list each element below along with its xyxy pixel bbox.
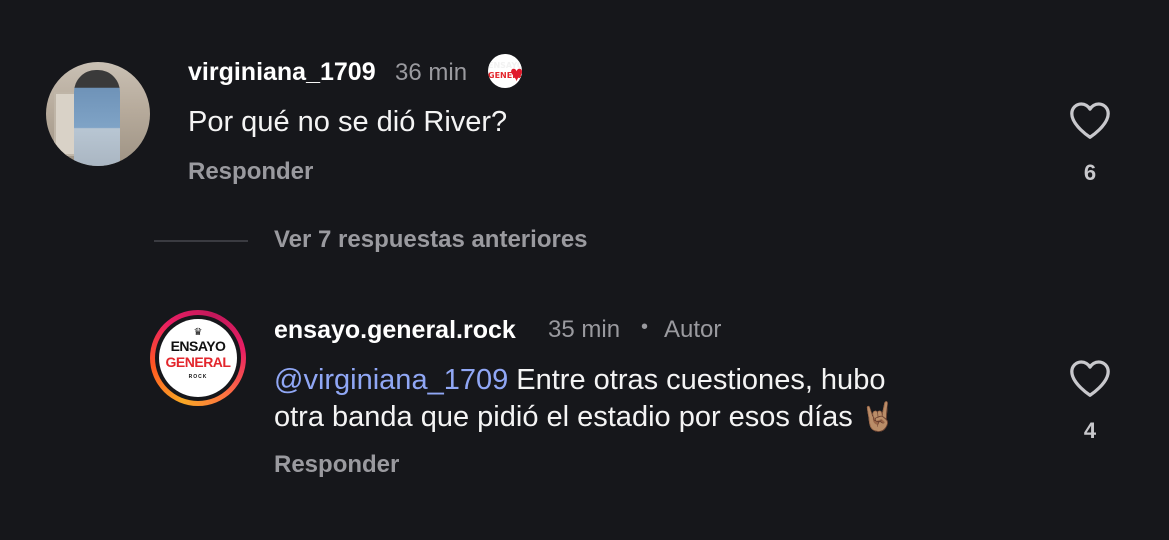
avatar-story-ring[interactable]: ♛ ENSAYO GENERAL ROCK xyxy=(150,310,246,406)
crown-icon: ♛ xyxy=(193,327,203,338)
like-count: 6 xyxy=(1083,160,1097,185)
red-heart-icon: ♥ xyxy=(510,61,524,86)
logo-line1: ENSAYO xyxy=(170,338,226,354)
like-heart-icon[interactable] xyxy=(1068,358,1112,398)
rock-hand-icon: 🤘🏽 xyxy=(860,401,896,432)
author-label: Autor xyxy=(664,316,722,343)
reply-button[interactable]: Responder xyxy=(274,451,399,479)
avatar-virginiana[interactable] xyxy=(46,62,150,166)
like-heart-icon[interactable] xyxy=(1068,100,1112,140)
comment-text: Por qué no se dió River? xyxy=(188,106,508,138)
reply-button[interactable]: Responder xyxy=(188,158,313,186)
like-count: 4 xyxy=(1083,418,1097,443)
view-previous-replies-button[interactable]: Ver 7 respuestas anteriores xyxy=(274,226,588,254)
comment-text-line1: @virginiana_1709 Entre otras cuestiones,… xyxy=(274,362,885,399)
comment-text-part: Entre otras cuestiones, hubo xyxy=(508,364,886,396)
logo-line3: ROCK xyxy=(188,374,208,380)
replies-divider xyxy=(154,240,248,242)
comment-time: 35 min xyxy=(548,316,621,343)
comment-username[interactable]: ensayo.general.rock xyxy=(274,316,516,345)
mention-link[interactable]: @virginiana_1709 xyxy=(274,364,508,396)
logo-line2: GENERAL xyxy=(165,354,231,370)
comment-username[interactable]: virginiana_1709 xyxy=(188,58,376,87)
comment-text-part: otra banda que pidió el estadio por esos… xyxy=(274,401,853,433)
meta-separator: • xyxy=(641,316,649,338)
avatar-photo-person xyxy=(74,70,120,166)
avatar-ensayo-general-logo: ♛ ENSAYO GENERAL ROCK xyxy=(159,319,237,397)
comment-time: 36 min xyxy=(395,59,468,86)
comment-text-line2: otra banda que pidió el estadio por esos… xyxy=(274,398,896,436)
